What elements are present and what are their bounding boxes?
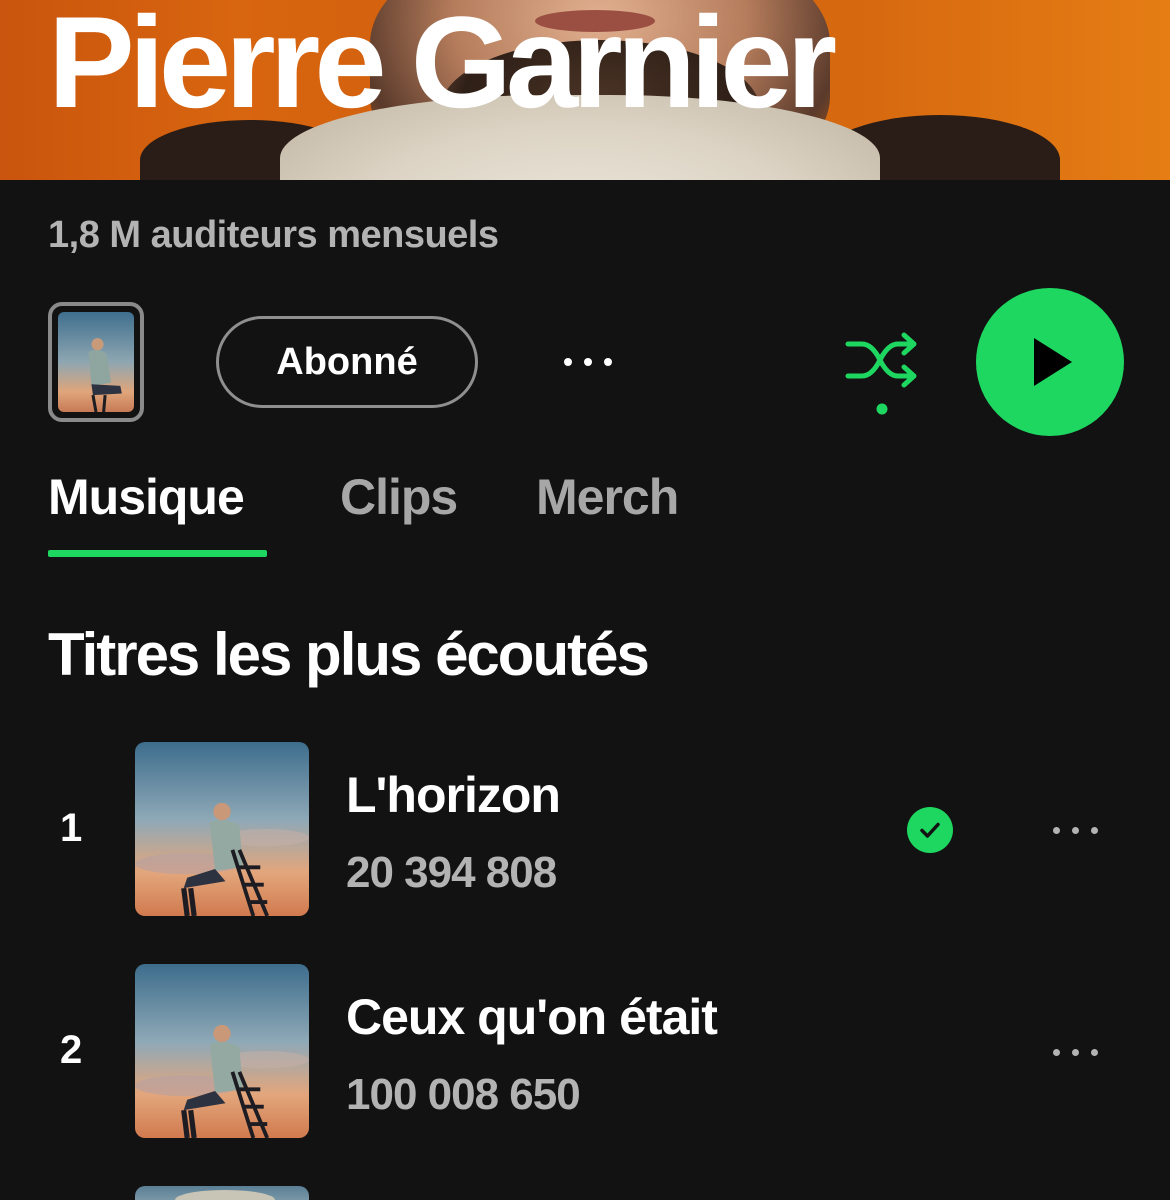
track-more-options-button[interactable] (1040, 1040, 1110, 1064)
track-cover (135, 964, 309, 1138)
play-button[interactable] (976, 288, 1124, 436)
tab-clips[interactable]: Clips (340, 468, 458, 526)
saved-check-icon[interactable] (907, 807, 953, 853)
track-rank: 2 (60, 1028, 83, 1072)
tab-music[interactable]: Musique (48, 468, 245, 526)
artist-page: Pierre Garnier 1,8 M auditeurs mensuels (0, 0, 1170, 1200)
track-title: Ceux qu'on était (346, 989, 718, 1045)
track-cover (135, 742, 309, 916)
active-tab-indicator (48, 550, 267, 557)
artist-name: Pierre Garnier (48, 0, 837, 135)
artist-header-image: Pierre Garnier (0, 0, 1170, 180)
tab-merch[interactable]: Merch (536, 468, 679, 526)
track-row[interactable]: 2 Ceux qu'on était 100 008 650 (0, 964, 1170, 1140)
track-play-count: 20 394 808 (346, 848, 557, 897)
follow-button[interactable]: Abonné (216, 316, 478, 408)
track-title: L'horizon (346, 767, 561, 823)
artist-preview-thumbnail[interactable] (48, 302, 144, 422)
track-rank: 1 (60, 806, 83, 850)
shuffle-icon (845, 332, 917, 415)
more-options-button[interactable] (548, 335, 628, 389)
monthly-listeners: 1,8 M auditeurs mensuels (48, 214, 499, 256)
track-play-count: 100 008 650 (346, 1070, 581, 1119)
play-icon (1034, 338, 1072, 386)
track-row[interactable]: 1 L'horizon 20 394 808 (0, 742, 1170, 918)
shuffle-button[interactable] (842, 330, 922, 420)
track-more-options-button[interactable] (1040, 818, 1110, 842)
track-cover (135, 1186, 309, 1200)
popular-tracks-heading: Titres les plus écoutés (48, 621, 650, 688)
